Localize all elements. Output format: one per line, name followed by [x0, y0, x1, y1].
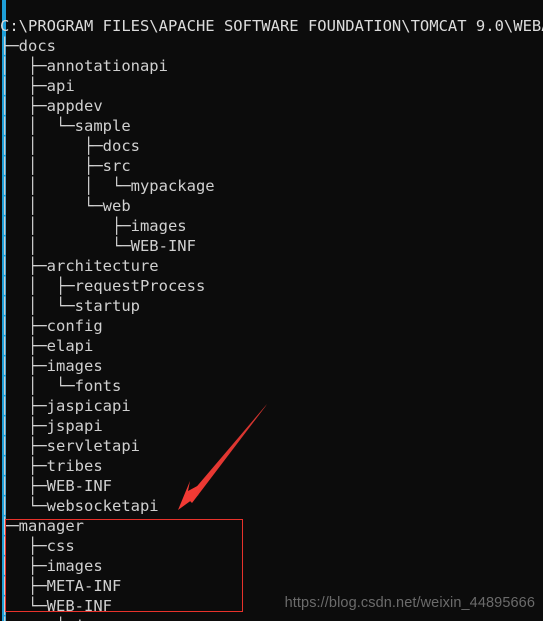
tree-line: │ │ └─sample	[0, 116, 131, 135]
tree-line: │ │ └─fonts	[0, 376, 122, 395]
tree-line: │ ├─architecture	[0, 256, 159, 275]
tree-line: │ ├─annotationapi	[0, 56, 168, 75]
console-window: C:\PROGRAM FILES\APACHE SOFTWARE FOUNDAT…	[0, 0, 543, 621]
tree-line: │ ├─css	[0, 536, 75, 555]
tree-line: │ ├─appdev	[0, 96, 103, 115]
tree-line: │ ├─META-INF	[0, 576, 122, 595]
tree-line: │ ├─jaspicapi	[0, 396, 131, 415]
tree-line: │ │ ├─src	[0, 156, 131, 175]
tree-line: │ │ ├─docs	[0, 136, 140, 155]
tree-line: │ ├─servletapi	[0, 436, 140, 455]
tree-line: │ │ └─web	[0, 196, 131, 215]
tree-line: ├─manager	[0, 516, 84, 535]
tree-line: │ └─jsp	[0, 616, 543, 621]
tree-line: │ └─websocketapi	[0, 496, 159, 515]
tree-line: │ │ ├─images	[0, 216, 187, 235]
tree-line: │ ├─elapi	[0, 336, 94, 355]
tree-line: │ ├─WEB-INF	[0, 476, 112, 495]
console-path-line: C:\PROGRAM FILES\APACHE SOFTWARE FOUNDAT…	[0, 16, 543, 35]
tree-line: │ ├─tribes	[0, 456, 103, 475]
tree-line: │ ├─jspapi	[0, 416, 103, 435]
tree-line: │ │ │ └─mypackage	[0, 176, 215, 195]
tree-line: │ │ └─WEB-INF	[0, 236, 196, 255]
tree-line: │ ├─images	[0, 556, 103, 575]
tree-output-text: C:\PROGRAM FILES\APACHE SOFTWARE FOUNDAT…	[0, 16, 543, 621]
tree-line: │ ├─config	[0, 316, 103, 335]
csdn-watermark: https://blog.csdn.net/weixin_44895666	[284, 595, 535, 611]
tree-line: │ ├─images	[0, 356, 103, 375]
tree-line: │ ├─api	[0, 76, 75, 95]
tree-line: ├─docs	[0, 36, 56, 55]
tree-line: │ │ └─startup	[0, 296, 140, 315]
tree-line: │ │ ├─requestProcess	[0, 276, 206, 295]
